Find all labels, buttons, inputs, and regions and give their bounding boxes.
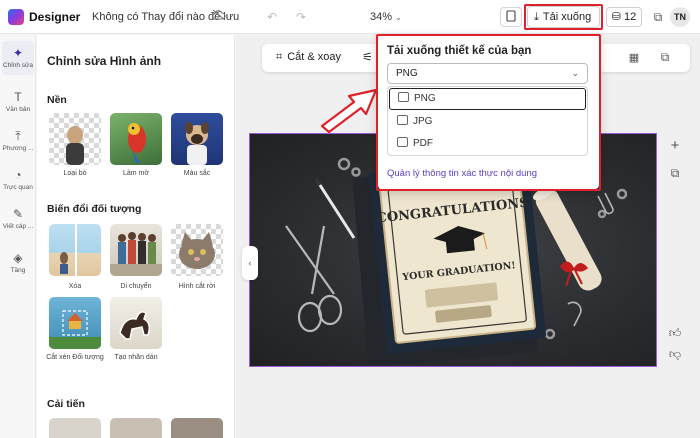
avatar[interactable]: TN	[670, 7, 690, 27]
move-label: Di chuyển	[120, 283, 152, 290]
pdf-file-icon	[397, 137, 408, 147]
improve-thumbnail[interactable]	[110, 418, 162, 438]
rail-item-edit[interactable]: ✦ Chỉnh sửa	[2, 41, 34, 75]
file-type-value: PNG	[396, 68, 418, 79]
rail-item-label: Tầng	[10, 267, 26, 274]
pen-icon: ✎	[12, 207, 24, 221]
chevron-down-icon: ⌄	[571, 68, 579, 78]
edit-image-panel: Chỉnh sửa Hình ảnh Nền Loại bỏ Làm mờ Mà…	[37, 35, 235, 438]
transparency-icon[interactable]: ▦	[626, 51, 642, 64]
file-type-option-pdf[interactable]: PDF	[389, 133, 586, 155]
left-rail: ✦ Chỉnh sửa T Văn bản ⤒ Phương ... ◔ Trự…	[0, 35, 36, 438]
color-bg-thumbnail[interactable]	[171, 113, 223, 165]
file-type-option-jpg[interactable]: JPG	[389, 111, 586, 133]
rail-item-media[interactable]: ⤒ Phương ...	[0, 129, 36, 152]
annotation-arrow-icon	[320, 88, 378, 134]
canvas-toolbar-right	[598, 44, 690, 72]
blur-bg-label: Làm mờ	[123, 170, 149, 177]
file-type-option-png[interactable]: PNG	[389, 88, 586, 110]
collapse-panel-handle[interactable]: ‹	[242, 246, 258, 280]
thumbs-down-icon[interactable]: 👎︎	[667, 347, 683, 362]
top-bar: Designer Không có Thay đổi nào để lưu ↶ …	[0, 0, 700, 34]
rail-item-label: Viết cáp ...	[2, 223, 34, 230]
add-page-icon[interactable]: +	[667, 137, 683, 154]
section-title-background: Nền	[47, 94, 67, 106]
coins-icon: ⛁	[611, 11, 621, 23]
sticker-label: Tạo nhãn dán	[114, 354, 158, 361]
credits-count: 12	[624, 11, 637, 23]
chevron-down-icon: ⌄	[395, 13, 402, 22]
crop-rotate-button[interactable]: ⌗ Cắt & xoay	[276, 51, 341, 64]
manage-credentials-link[interactable]: Quản lý thông tin xác thực nội dung	[387, 168, 537, 179]
layers-icon: ◈	[13, 251, 23, 265]
cutout-thumbnail[interactable]	[171, 224, 223, 276]
improve-thumbnail[interactable]	[171, 418, 223, 438]
color-bg-label: Màu sắc	[183, 170, 211, 177]
credits-button[interactable]: ⛁ 12	[606, 7, 642, 27]
rail-item-label: Văn bản	[5, 106, 31, 113]
download-icon: ⤓	[534, 11, 539, 23]
option-label: JPG	[413, 116, 433, 127]
text-icon: T	[14, 90, 22, 104]
image-file-icon	[398, 92, 409, 102]
section-title-improve: Cải tiến	[47, 398, 85, 410]
crop-icon: ⌗	[276, 51, 283, 63]
rail-item-label: Phương ...	[2, 145, 34, 152]
rail-item-label: Chỉnh sửa	[2, 62, 33, 69]
download-label: Tải xuống	[542, 11, 592, 23]
zoom-dropdown[interactable]: 34% ⌄	[370, 11, 402, 23]
pages-icon[interactable]	[500, 7, 522, 27]
download-button[interactable]: ⤓ Tải xuống	[527, 6, 600, 28]
crop-label: Cắt & xoay	[287, 51, 342, 63]
section-title-transform: Biến đổi đối tượng	[47, 203, 142, 215]
designer-logo-icon	[8, 9, 24, 25]
download-panel-title: Tải xuống thiết kế của bạn	[387, 45, 532, 57]
undo-icon[interactable]: ↶	[264, 9, 280, 25]
rail-item-layers[interactable]: ◈ Tầng	[0, 251, 36, 274]
cutout-label: Hình cắt rời	[178, 283, 216, 290]
upload-icon: ⤒	[15, 129, 21, 143]
adjust-icon[interactable]: ⚟	[362, 50, 373, 64]
sticker-thumbnail[interactable]	[110, 297, 162, 349]
erase-label: Xóa	[68, 283, 82, 290]
move-thumbnail[interactable]	[110, 224, 162, 276]
panel-title: Chỉnh sửa Hình ảnh	[47, 54, 162, 68]
thumbs-up-icon[interactable]: 👍︎	[667, 326, 683, 341]
chevron-left-icon: ‹	[248, 258, 252, 268]
arrange-icon[interactable]: ⧉	[657, 50, 673, 65]
shapes-icon: ◔	[14, 168, 22, 182]
cloud-off-icon	[211, 9, 227, 25]
duplicate-page-icon[interactable]: ⧉	[667, 166, 683, 181]
option-label: PNG	[414, 93, 436, 104]
app-name: Designer	[29, 10, 81, 24]
blur-bg-thumbnail[interactable]	[110, 113, 162, 165]
remove-bg-label: Loại bỏ	[63, 170, 87, 177]
crop-object-thumbnail[interactable]	[49, 297, 101, 349]
rail-item-write[interactable]: ✎ Viết cáp ...	[0, 207, 36, 230]
crop-object-label: Cắt xén Đối tượng	[46, 354, 104, 361]
improve-thumbnail[interactable]	[49, 418, 101, 438]
zoom-value: 34%	[370, 11, 393, 23]
erase-thumbnail[interactable]	[49, 224, 101, 276]
sparkle-icon: ✦	[12, 46, 24, 60]
rail-item-visuals[interactable]: ◔ Trực quan	[0, 168, 36, 191]
share-icon[interactable]: ⧉	[650, 9, 666, 25]
option-label: PDF	[413, 138, 433, 149]
rail-item-label: Trực quan	[3, 184, 33, 191]
redo-icon[interactable]: ↷	[293, 9, 309, 25]
remove-bg-thumbnail[interactable]	[49, 113, 101, 165]
file-type-select[interactable]: PNG ⌄	[387, 63, 588, 84]
rail-item-text[interactable]: T Văn bản	[0, 90, 36, 113]
image-file-icon	[397, 115, 408, 125]
